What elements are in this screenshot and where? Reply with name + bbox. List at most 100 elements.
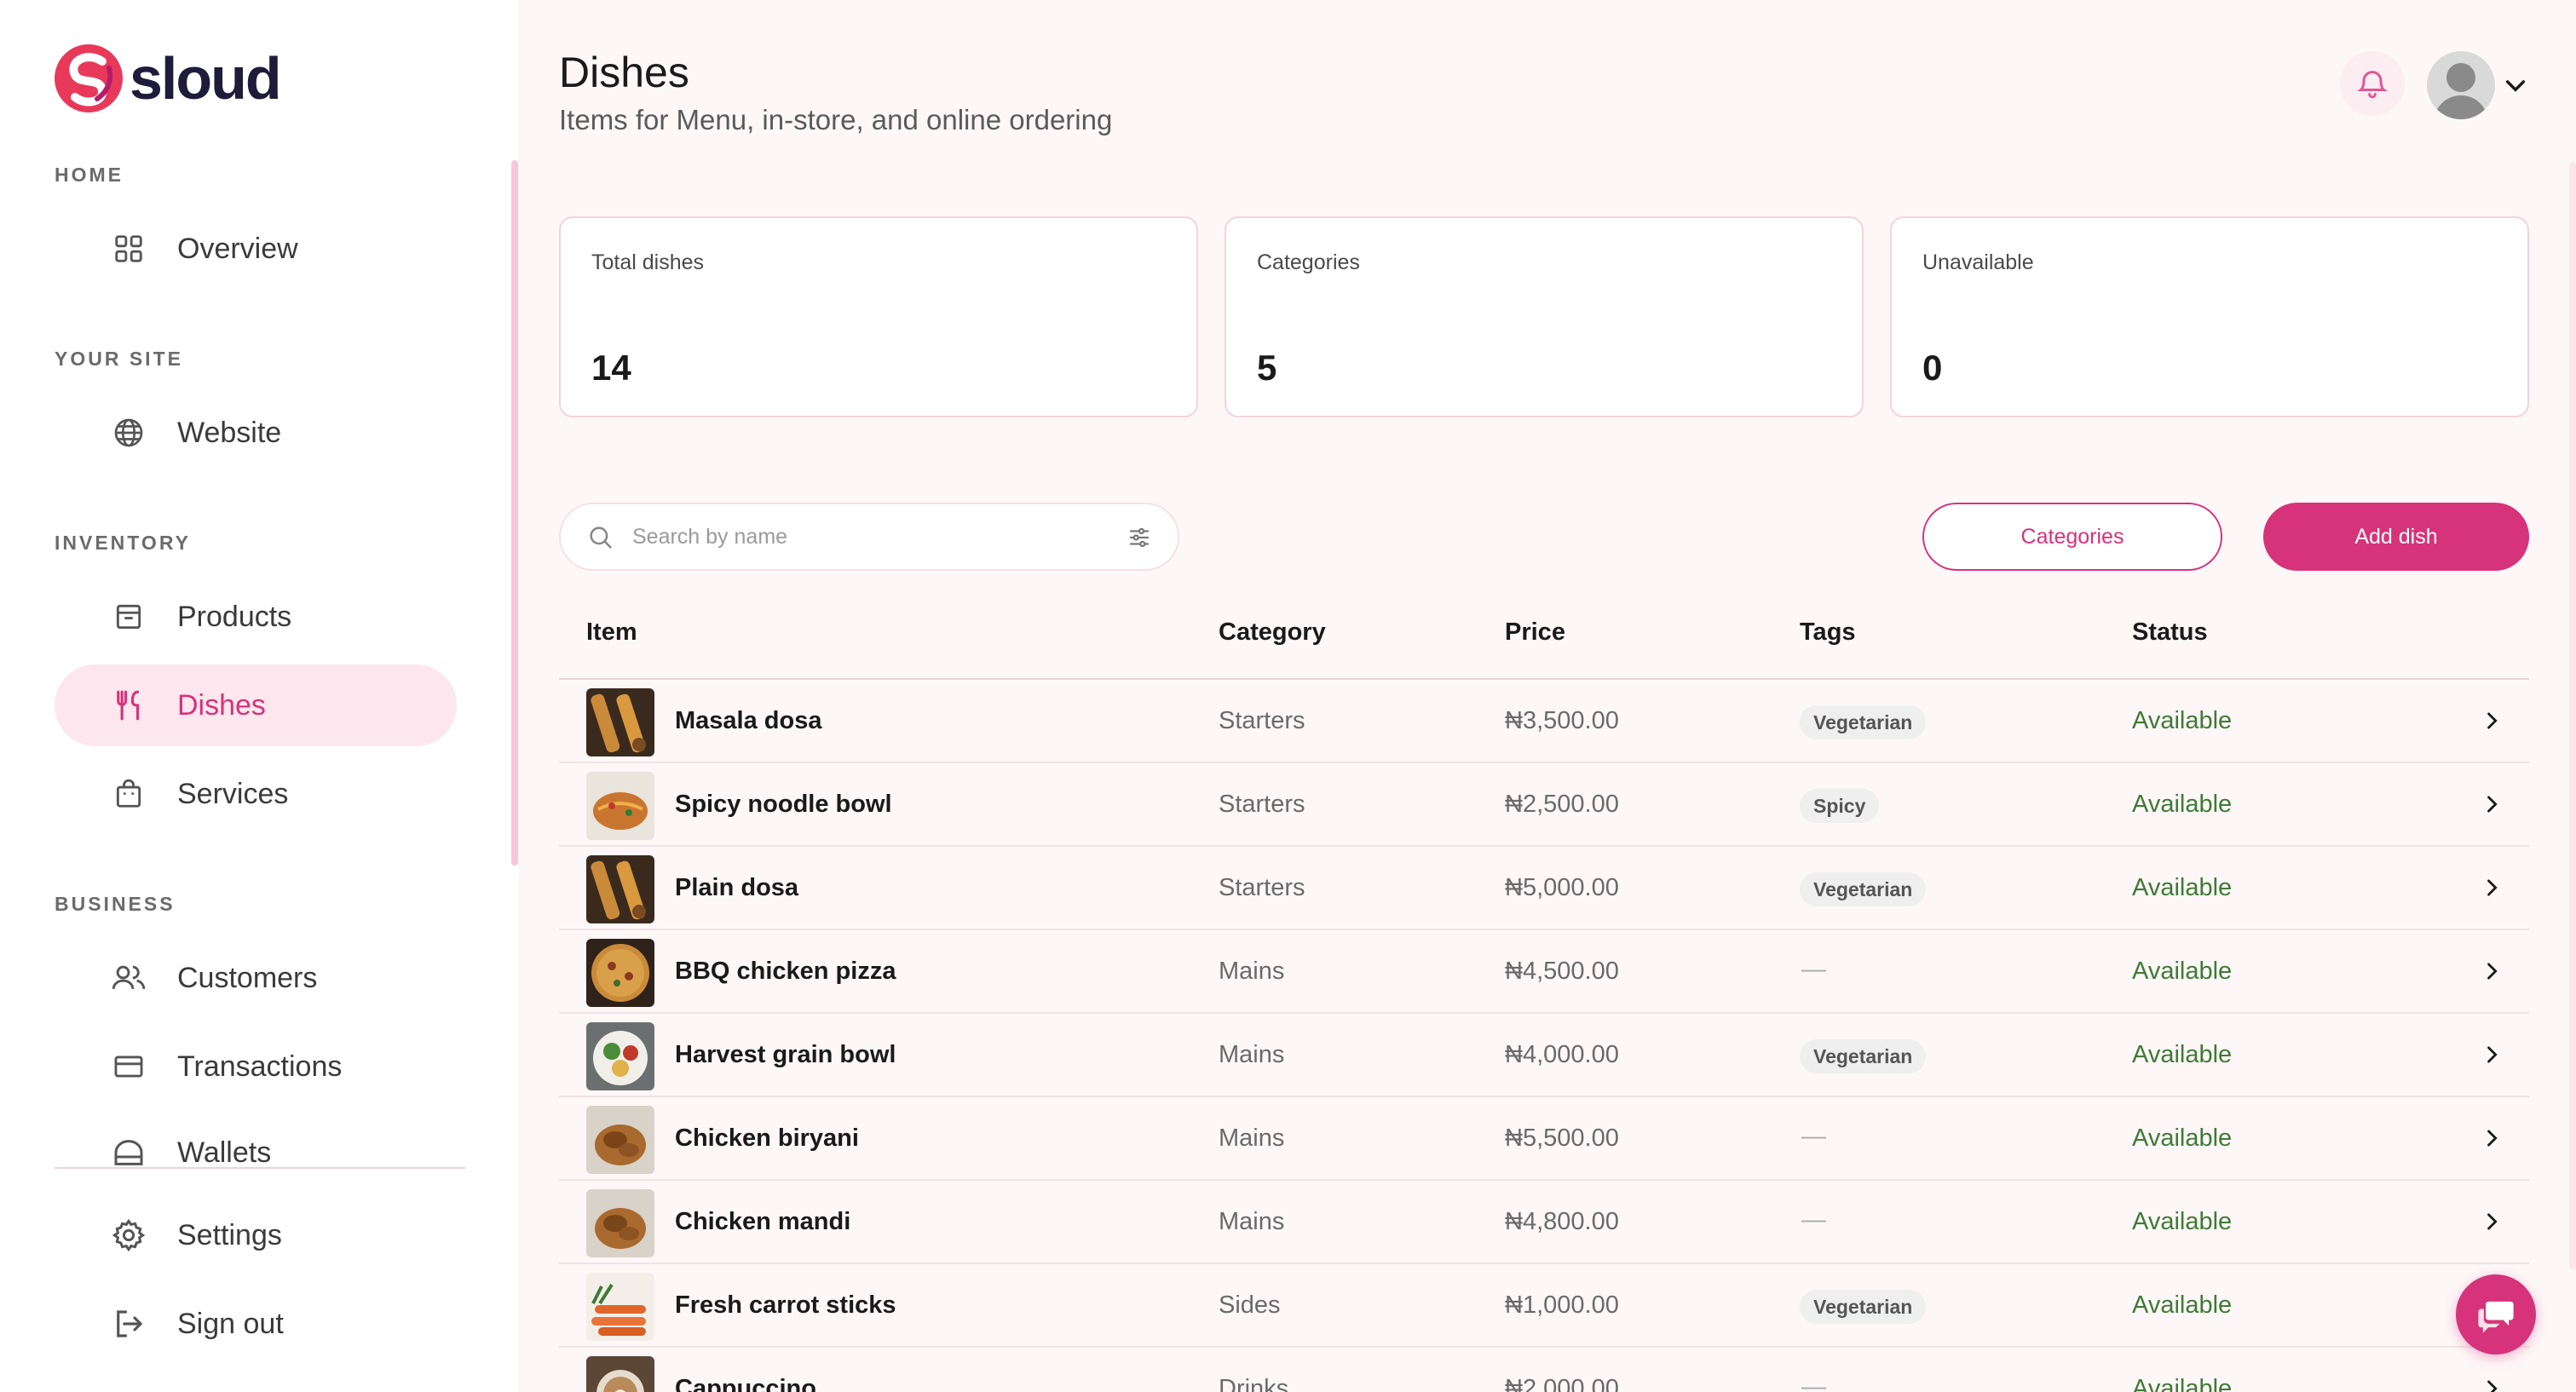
status-badge: Available [2132,1375,2233,1392]
status-badge: Available [2132,1208,2233,1235]
chevron-right-icon[interactable] [2480,1210,2504,1234]
page-subtitle: Items for Menu, in-store, and online ord… [559,104,1113,135]
search-input[interactable] [632,520,1075,554]
status-badge: Available [2132,1041,2233,1068]
add-dish-button[interactable]: Add dish [2263,503,2529,571]
chevron-right-icon[interactable] [2480,959,2504,983]
sidebar-divider [55,1167,465,1169]
sidebar-item-settings[interactable]: Settings [55,1194,457,1276]
chevron-right-icon[interactable] [2480,709,2504,733]
dish-tag-badge: Vegetarian [1800,1290,1927,1324]
sidebar-item-label: Products [177,600,292,633]
dish-thumbnail [586,1189,654,1257]
sidebar-item-customers[interactable]: Customers [55,937,457,1019]
table-body: Masala dosa Starters ₦3,500.00 Vegetarian Av… [559,680,2529,1392]
dish-thumbnail [586,939,654,1007]
grid-icon [111,231,147,267]
dish-thumbnail [586,1273,654,1341]
page-title: Dishes [559,49,689,96]
chat-button[interactable] [2456,1274,2536,1355]
section-label-your-site: YOUR SITE [55,348,183,370]
column-header-tags[interactable]: Tags [1800,618,1856,647]
dish-category: Drinks [1219,1375,1289,1392]
table-row[interactable]: Masala dosa Starters ₦3,500.00 Vegetarian Av… [559,680,2529,763]
status-badge: Available [2132,874,2233,901]
table-row[interactable]: Fresh carrot sticks Sides ₦1,000.00 Vegetar… [559,1264,2529,1348]
dish-name: Masala dosa [675,707,822,734]
stat-card-categories: Categories 5 [1225,216,1864,417]
column-header-item[interactable]: Item [586,618,637,647]
sidebar-item-label: Services [177,777,289,810]
sidebar-item-label: Transactions [177,1050,343,1083]
chat-icon [2478,1301,2514,1333]
sidebar-item-label: Overview [177,232,298,265]
sidebar-item-label: Website [177,416,282,449]
sidebar-item-overview[interactable]: Overview [55,208,457,290]
avatar[interactable] [2427,51,2495,119]
notifications-button[interactable] [2340,51,2405,116]
table-row[interactable]: Harvest grain bowl Mains ₦4,000.00 Vegetari… [559,1014,2529,1097]
dish-price: ₦1,000.00 [1505,1291,1619,1319]
dish-name: Chicken mandi [675,1208,851,1235]
main-scrollbar[interactable] [2569,162,2576,1269]
sidebar: sloud HOME Overview YOUR SITE Website IN… [0,0,518,1392]
table-row[interactable]: Chicken biryani Mains ₦5,500.00 — Available [559,1097,2529,1181]
chevron-down-icon[interactable] [2502,72,2529,99]
chevron-right-icon[interactable] [2480,876,2504,900]
dish-name: Cappuccino [675,1375,816,1392]
dish-price: ₦5,000.00 [1505,874,1619,901]
sidebar-item-products[interactable]: Products [55,576,457,658]
avatar-body [2434,95,2488,119]
bell-icon [2357,71,2388,99]
table-row[interactable]: Cappuccino Drinks ₦2,000.00 — Available [559,1348,2529,1392]
brand-logo[interactable]: sloud [53,43,282,114]
sidebar-item-transactions[interactable]: Transactions [55,1026,457,1107]
sidebar-item-website[interactable]: Website [55,392,457,474]
chevron-right-icon[interactable] [2480,792,2504,816]
table-row[interactable]: Chicken mandi Mains ₦4,800.00 — Available [559,1181,2529,1264]
section-label-inventory: INVENTORY [55,532,191,554]
dish-name: Plain dosa [675,874,799,901]
avatar-head [2446,63,2475,92]
column-header-status[interactable]: Status [2132,618,2208,647]
chevron-right-icon[interactable] [2480,1377,2504,1392]
logo-mark-icon [55,44,123,112]
table-row[interactable]: BBQ chicken pizza Mains ₦4,500.00 — Availabl… [559,930,2529,1014]
logo-text: sloud [130,45,282,112]
sidebar-scrollbar[interactable] [511,160,518,866]
stat-label: Unavailable [1922,250,2034,274]
dish-name: Harvest grain bowl [675,1041,896,1068]
categories-button[interactable]: Categories [1922,503,2222,571]
dish-thumbnail [586,1356,654,1392]
chevron-right-icon[interactable] [2480,1126,2504,1150]
column-header-price[interactable]: Price [1505,618,1565,647]
column-header-category[interactable]: Category [1219,618,1326,647]
sidebar-item-label: Customers [177,961,318,994]
dish-tag-empty: — [1801,1206,1826,1234]
sidebar-item-label: Sign out [177,1307,284,1340]
section-label-business: BUSINESS [55,893,176,915]
globe-icon [111,415,147,451]
dish-price: ₦2,000.00 [1505,1375,1619,1392]
chevron-right-icon[interactable] [2480,1043,2504,1067]
stat-card-unavailable: Unavailable 0 [1890,216,2529,417]
dish-price: ₦5,500.00 [1505,1125,1619,1152]
dish-price: ₦2,500.00 [1505,791,1619,818]
sidebar-item-dishes[interactable]: Dishes [55,664,457,746]
gear-icon [111,1217,147,1253]
dish-category: Sides [1219,1291,1281,1319]
stat-value: 5 [1257,348,1277,388]
sidebar-item-wallets[interactable]: Wallets [55,1114,457,1167]
sidebar-item-services[interactable]: Services [55,753,457,835]
utensils-icon [111,687,147,723]
dishes-table: Item Category Price Tags Status Masala d… [559,596,2529,1392]
table-row[interactable]: Plain dosa Starters ₦5,000.00 Vegetarian Ava… [559,847,2529,930]
dish-category: Starters [1219,707,1305,734]
table-row[interactable]: Spicy noodle bowl Starters ₦2,500.00 Spicy A… [559,763,2529,847]
filter-icon[interactable] [1127,525,1152,550]
sidebar-item-sign-out[interactable]: Sign out [55,1283,457,1365]
dish-price: ₦4,000.00 [1505,1041,1619,1068]
dish-tag-empty: — [1801,1123,1826,1150]
stat-value: 0 [1922,348,1943,388]
status-badge: Available [2132,791,2233,818]
